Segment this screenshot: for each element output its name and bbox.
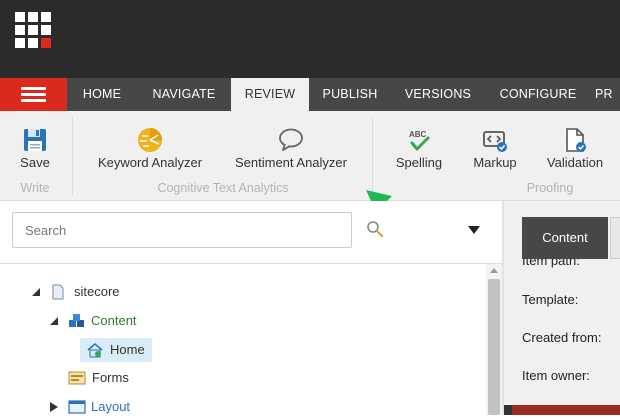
chevron-down-icon[interactable] [468,226,480,234]
svg-text:ABC: ABC [409,130,427,139]
document-icon [52,284,64,300]
hamburger-menu-button[interactable] [0,78,67,111]
collapse-arrow-icon[interactable] [32,288,40,296]
home-icon [87,342,103,358]
sitecore-launchpad-logo[interactable] [15,12,51,48]
tab-pr-truncated[interactable]: PR [595,78,620,111]
tab-versions[interactable]: VERSIONS [393,78,483,111]
hamburger-line-icon [21,93,46,96]
ribbon-separator [72,117,73,195]
tab-publish[interactable]: PUBLISH [309,78,391,111]
save-button[interactable]: Save [10,111,60,181]
field-template-label: Template: [522,292,579,307]
content-tree: sitecore Content Home Forms Layout [0,264,486,415]
tab-next-truncated[interactable] [610,217,620,259]
spelling-check-icon: ABC [409,130,430,151]
ribbon-panel: Save Write Keyword Analyzer Sentiment An… [0,111,620,201]
search-icon[interactable] [366,220,384,238]
layout-icon [68,400,86,414]
scroll-up-arrow-icon[interactable] [490,268,498,273]
field-item-path-text: Item path: [522,259,580,268]
tree-node-label: sitecore [74,284,120,299]
tree-node-label: Forms [92,370,129,385]
spelling-button[interactable]: ABC Spelling [388,111,450,181]
tab-home[interactable]: HOME [68,78,136,111]
keyword-analyzer-button[interactable]: Keyword Analyzer [88,111,212,181]
field-item-path-label: Item path: [522,259,620,269]
search-input[interactable] [12,212,352,248]
forms-icon [68,371,86,385]
spelling-label: Spelling [395,155,443,170]
tree-node-label: Content [91,313,137,328]
ribbon-separator [372,117,373,195]
save-label: Save [20,155,50,170]
expand-arrow-icon[interactable] [50,402,58,412]
tab-bar-spacer [0,60,620,78]
group-label-write: Write [20,181,50,195]
speech-bubble-icon [279,128,303,151]
tree-scrollbar[interactable] [486,264,502,415]
tree-node-label: Home [110,342,145,357]
keyword-analyzer-label: Keyword Analyzer [97,155,203,170]
top-bar [0,0,620,60]
sentiment-analyzer-button[interactable]: Sentiment Analyzer [224,111,358,181]
hamburger-line-icon [21,87,46,90]
validation-document-icon [566,128,586,152]
markup-button[interactable]: Markup [462,111,528,181]
tab-content[interactable]: Content [522,217,608,259]
validation-button[interactable]: Validation [538,111,612,181]
tab-review[interactable]: REVIEW [231,78,309,111]
collapse-arrow-icon[interactable] [50,317,58,325]
sentiment-analyzer-label: Sentiment Analyzer [234,155,347,170]
field-created-from-label: Created from: [522,330,602,345]
section-header-edge [504,405,512,415]
hamburger-line-icon [21,99,46,102]
section-header-strip [504,405,620,415]
content-editor-panel: Content Item path: Template: Created fro… [504,201,620,415]
field-item-owner-label: Item owner: [522,368,590,383]
validation-label: Validation [546,155,604,170]
group-label-cognitive-text-analytics: Cognitive Text Analytics [157,181,289,195]
tree-node-label: Layout [91,399,131,414]
tab-configure[interactable]: CONFIGURE [485,78,591,111]
save-icon [24,129,46,151]
tab-navigate[interactable]: NAVIGATE [138,78,230,111]
markup-label: Markup [473,155,517,170]
ribbon-tabs: HOME NAVIGATE REVIEW PUBLISH VERSIONS CO… [0,78,620,111]
keyword-analyzer-icon [138,128,162,152]
scrollbar-thumb[interactable] [488,279,500,415]
content-cubes-icon [69,314,84,327]
markup-check-icon [483,131,507,152]
